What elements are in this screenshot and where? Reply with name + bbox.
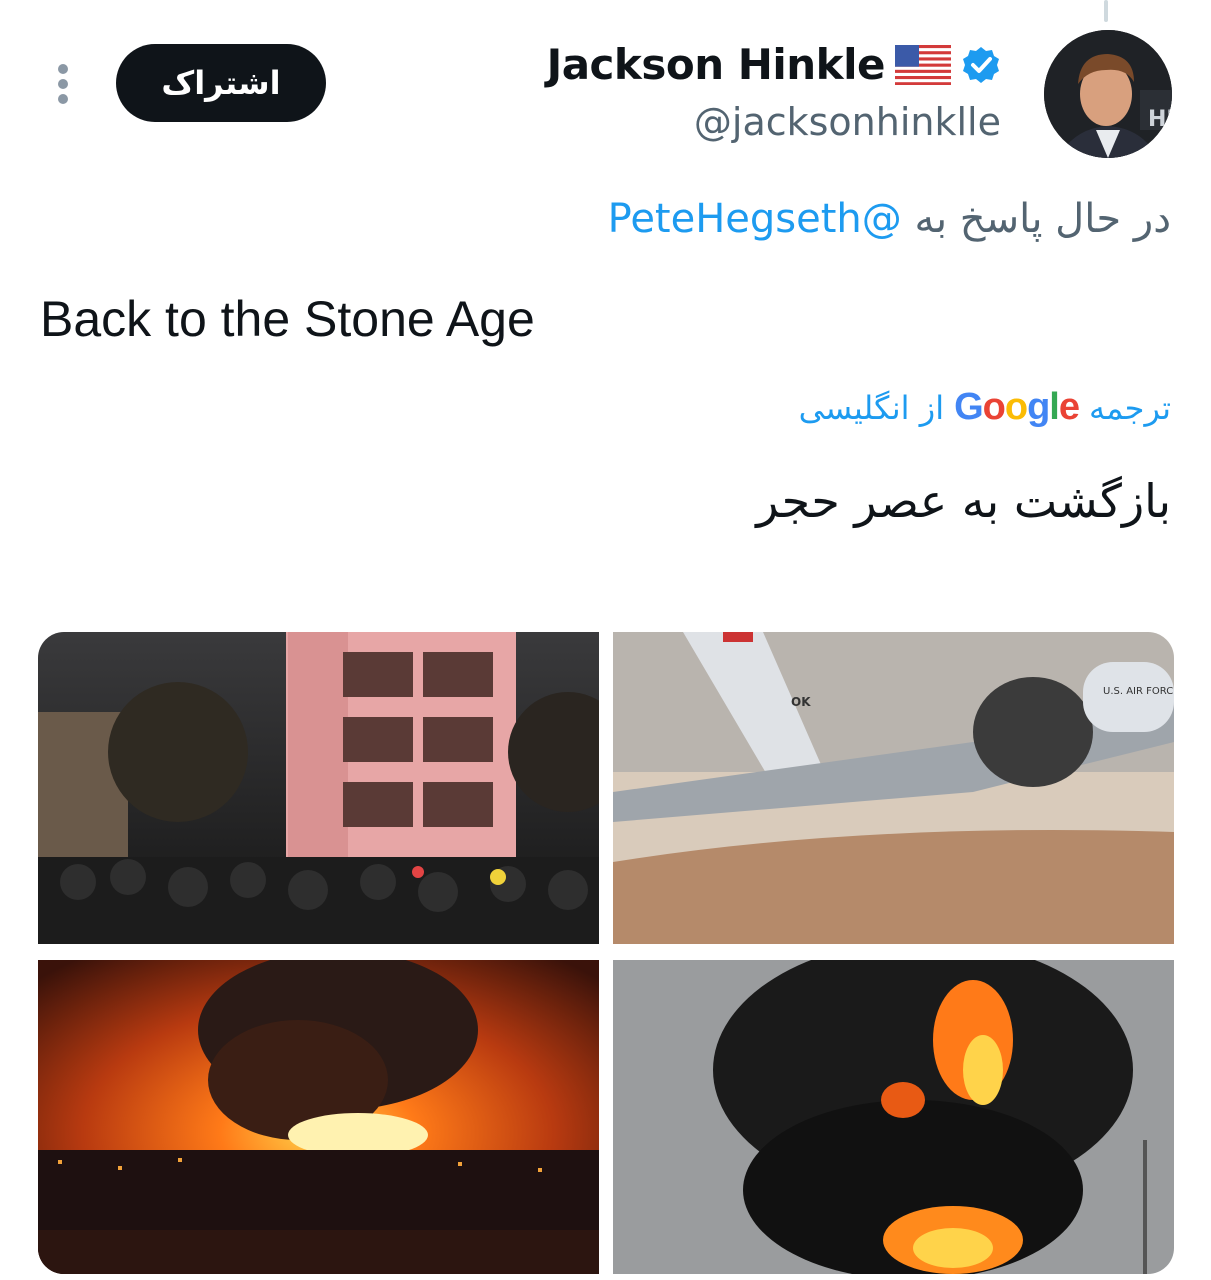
translation-label: ترجمه xyxy=(1089,388,1171,427)
svg-text:OK: OK xyxy=(791,695,811,709)
media-image-4[interactable] xyxy=(613,960,1174,1274)
translation-source-language: از انگلیسی xyxy=(798,388,945,427)
svg-text:HB: HB xyxy=(1148,107,1172,132)
us-flag-icon xyxy=(895,44,951,85)
tweet-text: Back to the Stone Age xyxy=(40,291,535,347)
reply-mention-link[interactable]: @PeteHegseth xyxy=(608,196,902,242)
translation-attribution[interactable]: ترجمه Google از انگلیسی xyxy=(799,386,1171,429)
svg-text:U.S. AIR FORC: U.S. AIR FORC xyxy=(1103,686,1173,697)
media-image-2[interactable]: U.S. AIR FORC OK xyxy=(613,632,1174,944)
thread-connector-line xyxy=(1104,0,1108,22)
media-image-3[interactable] xyxy=(38,960,599,1274)
google-logo: Google xyxy=(954,386,1080,428)
avatar-image: HB xyxy=(1044,30,1172,158)
translated-text: بازگشت به عصر حجر xyxy=(756,474,1171,528)
verified-badge-icon xyxy=(963,46,999,83)
replying-to: در حال پاسخ به @PeteHegseth xyxy=(608,196,1171,242)
avatar[interactable]: HB xyxy=(1044,30,1172,158)
media-grid: U.S. AIR FORC OK xyxy=(38,632,1174,1274)
follow-button[interactable]: اشتراک xyxy=(116,44,326,122)
author-handle[interactable]: @jacksonhinklle xyxy=(694,100,1001,144)
replying-to-label: در حال پاسخ به xyxy=(914,196,1171,242)
author-name[interactable]: Jackson Hinkle xyxy=(547,40,886,89)
media-image-1[interactable] xyxy=(38,632,599,944)
more-vertical-icon[interactable] xyxy=(56,62,70,106)
